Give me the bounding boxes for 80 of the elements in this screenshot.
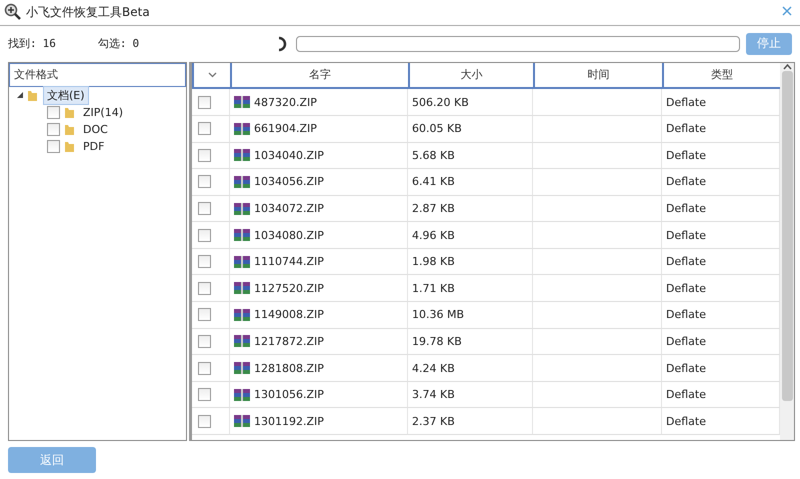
column-header[interactable]: 时间 [533, 62, 662, 89]
size-cell: 1.98 KB [408, 248, 533, 276]
archive-icon [234, 122, 250, 135]
file-name: 1301192.ZIP [254, 414, 324, 428]
checkbox[interactable] [198, 362, 211, 375]
folder-icon [64, 122, 76, 136]
found-count: 16 [42, 37, 56, 50]
checkbox[interactable] [198, 202, 211, 215]
folder-icon [27, 88, 39, 102]
column-header[interactable]: 名字 [230, 62, 408, 89]
checkbox[interactable] [47, 140, 60, 153]
archive-icon [234, 282, 250, 294]
size-cell: 19.78 KB [408, 328, 533, 356]
size-cell: 506.20 KB [408, 89, 533, 116]
size-cell: 10.36 MB [408, 302, 533, 329]
file-name: 1281808.ZIP [254, 362, 324, 375]
size-cell: 4.24 KB [408, 355, 533, 382]
file-name: 1034056.ZIP [254, 175, 324, 188]
checkbox[interactable] [198, 308, 211, 322]
checkbox[interactable] [198, 255, 211, 268]
checkbox[interactable] [198, 282, 211, 295]
found-label: 找到: [8, 36, 37, 52]
archive-icon [234, 229, 250, 242]
window-title: 小飞文件恢复工具Beta [26, 4, 151, 21]
size-cell: 60.05 KB [408, 116, 533, 143]
file-name: 1127520.ZIP [254, 282, 324, 295]
archive-icon [234, 388, 250, 401]
size-cell: 1.71 KB [408, 275, 533, 302]
folder-icon [64, 140, 76, 153]
size-cell: 6.41 KB [408, 169, 533, 196]
file-name: 661904.ZIP [254, 122, 317, 136]
size-cell: 2.37 KB [408, 408, 533, 436]
close-icon [782, 6, 792, 16]
column-header[interactable]: 类型 [662, 62, 780, 89]
archive-icon [234, 308, 250, 321]
checkbox[interactable] [198, 122, 211, 136]
tree-item[interactable]: ZIP(14) [80, 104, 126, 120]
checkbox[interactable] [198, 175, 211, 188]
tree-item[interactable]: DOC [80, 122, 111, 137]
checkbox[interactable] [198, 148, 211, 162]
folder-icon [64, 106, 76, 119]
archive-icon [234, 362, 250, 374]
scroll-up-icon[interactable] [782, 62, 792, 71]
column-header[interactable]: 大小 [408, 62, 533, 89]
size-cell: 2.87 KB [408, 196, 533, 222]
checkbox[interactable] [198, 228, 211, 242]
size-cell: 3.74 KB [408, 382, 533, 408]
archive-icon [234, 335, 250, 348]
archive-icon [234, 202, 250, 214]
scroll-thumb[interactable] [782, 70, 792, 401]
checked-count: 0 [132, 37, 140, 50]
tree-item[interactable]: 文档(E) [43, 86, 89, 105]
file-name: 1217872.ZIP [254, 334, 324, 348]
tree-item[interactable]: PDF [80, 138, 108, 154]
checked-label: 勾选: [98, 36, 126, 52]
size-cell: 4.96 KB [408, 222, 533, 249]
checkbox[interactable] [47, 122, 60, 136]
expand-icon[interactable] [17, 92, 23, 98]
select-column-header[interactable] [192, 62, 230, 89]
checkbox[interactable] [198, 388, 211, 402]
checkbox[interactable] [198, 414, 211, 428]
archive-icon [234, 149, 250, 162]
file-name: 1149008.ZIP [254, 308, 324, 322]
archive-icon [234, 256, 250, 268]
archive-icon [234, 415, 250, 428]
file-name: 1034072.ZIP [254, 202, 324, 215]
file-name: 1034080.ZIP [254, 228, 324, 242]
checkbox[interactable] [198, 96, 211, 109]
scrollbar[interactable] [780, 62, 794, 440]
checkbox[interactable] [198, 334, 211, 348]
file-name: 1301056.ZIP [254, 388, 324, 402]
size-cell: 5.68 KB [408, 142, 533, 170]
file-name: 487320.ZIP [254, 96, 317, 109]
magnifier-icon [4, 3, 22, 22]
checkbox[interactable] [47, 106, 60, 119]
file-name: 1034040.ZIP [254, 148, 324, 162]
file-name: 1110744.ZIP [254, 255, 324, 268]
chevron-icon [208, 72, 216, 78]
archive-icon [234, 96, 250, 108]
archive-icon [234, 176, 250, 188]
